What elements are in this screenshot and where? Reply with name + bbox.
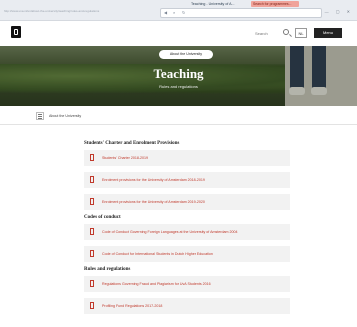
section-heading: Codes of conduct bbox=[84, 215, 121, 220]
search-icon[interactable] bbox=[283, 29, 289, 35]
document-icon bbox=[90, 228, 94, 235]
document-icon bbox=[90, 250, 94, 257]
page-subtitle: Rules and regulations bbox=[159, 84, 198, 89]
hamburger-icon[interactable] bbox=[36, 112, 44, 120]
browser-chrome: http://www.uva.nl/en/about-the-universit… bbox=[0, 0, 357, 21]
section-heading: Students' Charter and Enrolment Provisio… bbox=[84, 141, 180, 146]
document-link[interactable]: Students' Charter 2018-2019 bbox=[84, 150, 290, 166]
document-link[interactable]: Enrolment provisions for the University … bbox=[84, 172, 290, 188]
document-link[interactable]: Enrolment provisions for the University … bbox=[84, 194, 290, 210]
language-switch[interactable]: NL bbox=[295, 28, 307, 38]
document-link[interactable]: Code of Conduct for International Studen… bbox=[84, 246, 290, 262]
document-icon bbox=[90, 198, 94, 205]
document-icon bbox=[90, 154, 94, 161]
back-icon[interactable]: ◀ bbox=[164, 10, 167, 15]
refresh-icon[interactable]: ↻ bbox=[182, 10, 185, 15]
tab-search-programmes[interactable]: Search for programmes... bbox=[251, 1, 299, 7]
section-subnav: About the University bbox=[0, 108, 357, 125]
document-icon bbox=[90, 302, 94, 309]
hero-banner: About the University Teaching Rules and … bbox=[0, 46, 357, 106]
university-logo[interactable] bbox=[11, 26, 21, 38]
breadcrumb-pill[interactable]: About the University bbox=[159, 50, 213, 59]
site-header: Search NL Menu bbox=[0, 21, 357, 47]
subnav-label[interactable]: About the University bbox=[49, 114, 81, 118]
search-label[interactable]: Search bbox=[255, 31, 268, 36]
window-controls[interactable]: — ▢ ✕ bbox=[325, 9, 353, 14]
document-link[interactable]: Profiling Fund Regulations 2017-2018 bbox=[84, 298, 290, 314]
main-content: Students' Charter and Enrolment Provisio… bbox=[84, 140, 290, 318]
document-link[interactable]: Regulations Governing Fraud and Plagiari… bbox=[84, 276, 290, 292]
menu-button[interactable]: Menu bbox=[314, 28, 342, 38]
document-icon bbox=[90, 176, 94, 183]
search-icon[interactable]: ⌕ bbox=[173, 10, 175, 15]
address-text[interactable]: http://www.uva.nl/en/about-the-universit… bbox=[4, 8, 154, 14]
document-icon bbox=[90, 280, 94, 287]
page-title: Teaching bbox=[153, 66, 204, 81]
tab-teaching[interactable]: Teaching - University of A... bbox=[191, 1, 247, 7]
document-link[interactable]: Code of Conduct Governing Foreign Langua… bbox=[84, 224, 290, 240]
section-heading: Rules and regulations bbox=[84, 267, 131, 272]
address-bar[interactable]: ◀ ⌕ ↻ bbox=[160, 8, 322, 18]
